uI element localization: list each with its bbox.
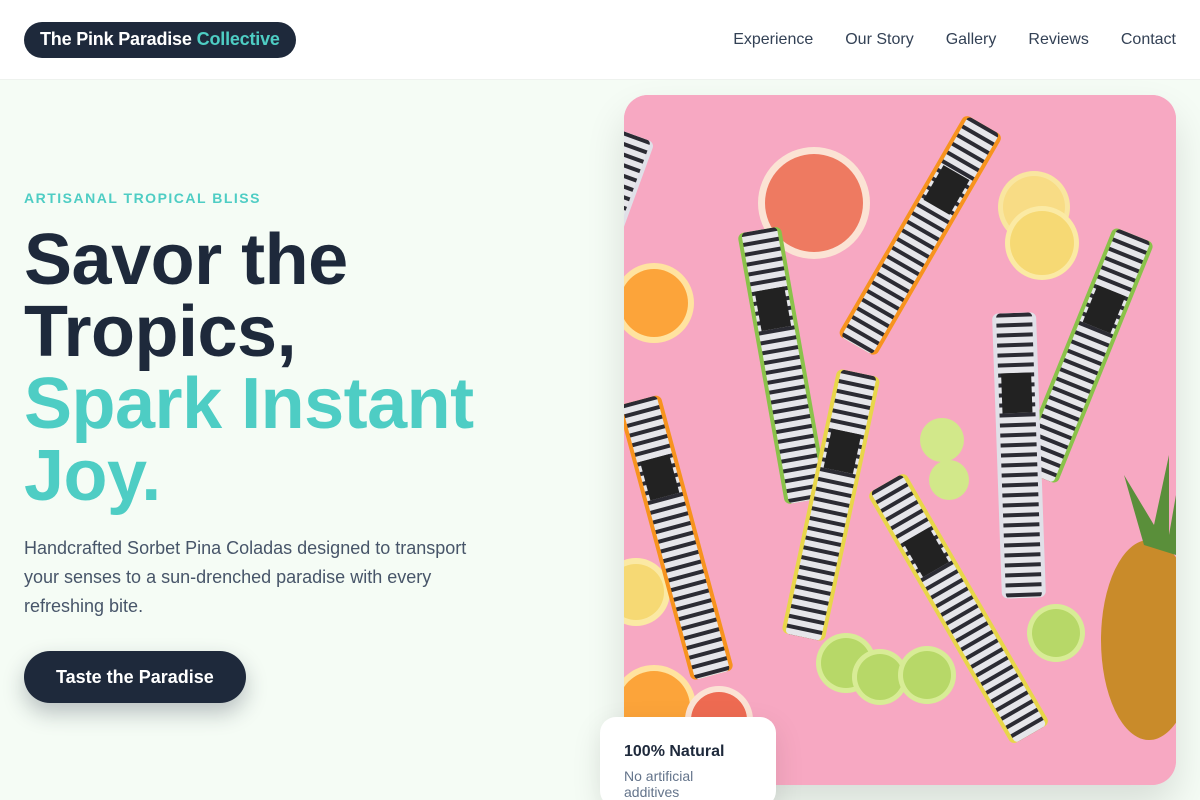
headline-line-4: Joy. (24, 436, 161, 516)
hero-eyebrow: ARTISANAL TROPICAL BLISS (24, 190, 261, 206)
taste-paradise-button[interactable]: Taste the Paradise (24, 651, 246, 703)
headline-line-3: Spark Instant (24, 364, 474, 444)
brand-name: The Pink Paradise (40, 29, 192, 49)
headline-line-2: Tropics, (24, 292, 297, 372)
top-navbar: The Pink Paradise Collective Experience … (0, 0, 1200, 80)
brand-accent: Collective (196, 29, 280, 49)
popsicle-photo-illustration (624, 95, 1176, 785)
natural-badge-card: 100% Natural No artificial additives (600, 717, 776, 800)
nav-link-gallery[interactable]: Gallery (946, 31, 997, 49)
nav-link-our-story[interactable]: Our Story (845, 31, 913, 49)
brand-logo-link[interactable]: The Pink Paradise Collective (24, 21, 296, 58)
main-nav: Experience Our Story Gallery Reviews Con… (733, 31, 1176, 49)
lime-slice (920, 418, 964, 462)
hero-description: Handcrafted Sorbet Pina Coladas designed… (24, 538, 467, 616)
hero-text-section: ARTISANAL TROPICAL BLISS Savor the Tropi… (24, 150, 544, 703)
nav-link-contact[interactable]: Contact (1121, 31, 1176, 49)
nav-link-reviews[interactable]: Reviews (1028, 31, 1088, 49)
hero-product-photo (624, 95, 1176, 785)
badge-subtitle: No artificial additives (624, 768, 694, 800)
lime-slice (929, 460, 969, 500)
headline-line-1: Savor the (24, 220, 348, 300)
nav-link-experience[interactable]: Experience (733, 31, 813, 49)
hero-headline: Savor the Tropics, Spark Instant Joy. (24, 224, 544, 512)
badge-title: 100% Natural (624, 743, 725, 760)
